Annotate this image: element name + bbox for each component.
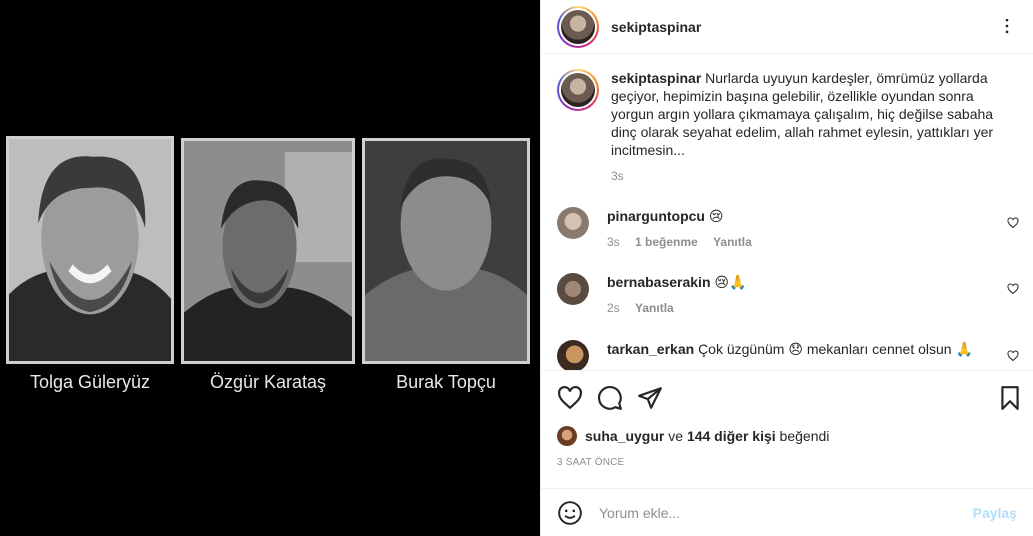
- commenter-avatar[interactable]: [557, 207, 589, 239]
- comment-text: 😢🙏: [714, 274, 747, 290]
- comment-text: 😢: [708, 208, 724, 224]
- post-caption: sekiptaspinar Nurlarda uyuyun kardeşler,…: [557, 69, 1007, 185]
- more-options-icon[interactable]: [997, 16, 1017, 36]
- author-username[interactable]: sekiptaspinar: [611, 19, 701, 35]
- heart-icon[interactable]: [1007, 283, 1019, 295]
- comment-username[interactable]: tarkan_erkan: [607, 341, 694, 357]
- caption-username[interactable]: sekiptaspinar: [611, 70, 701, 86]
- reply-button[interactable]: Yanıtla: [713, 235, 752, 249]
- photo-caption-3: Burak Topçu: [396, 372, 496, 392]
- commenter-avatar[interactable]: [557, 340, 589, 370]
- comment-input[interactable]: [599, 504, 973, 521]
- comment-icon[interactable]: [597, 385, 623, 411]
- comment-text: Çok üzgünüm 😞 mekanları cennet olsun 🙏: [698, 341, 973, 357]
- bookmark-icon[interactable]: [997, 385, 1023, 411]
- post-timestamp[interactable]: 3 SAAT ÖNCE: [557, 457, 624, 468]
- portrait-photo-2: [181, 138, 355, 364]
- comments-section[interactable]: sekiptaspinar Nurlarda uyuyun kardeşler,…: [541, 55, 1033, 370]
- liker-username[interactable]: suha_uygur: [585, 428, 664, 444]
- comment-time[interactable]: 3s: [607, 235, 620, 249]
- likes-others[interactable]: 144 diğer kişi: [687, 428, 776, 444]
- commenter-avatar[interactable]: [557, 273, 589, 305]
- share-icon[interactable]: [637, 385, 663, 411]
- post-sidebar: sekiptaspinar sekiptaspinar Nurlarda uyu…: [540, 0, 1033, 536]
- comment-item: tarkan_erkan Çok üzgünüm 😞 mekanları cen…: [557, 340, 1027, 370]
- like-icon[interactable]: [557, 385, 583, 411]
- portrait-photo-3: [362, 138, 530, 364]
- post-image[interactable]: Tolga Güleryüz Özgür Karataş Burak Topçu: [0, 0, 540, 536]
- photo-caption-1: Tolga Güleryüz: [29, 372, 151, 392]
- comment-username[interactable]: bernabaserakin: [607, 274, 711, 290]
- comment-item: pinarguntopcu 😢 3s 1 beğenme Yanıtla: [557, 207, 1027, 251]
- author-avatar[interactable]: [557, 5, 599, 48]
- post-header: sekiptaspinar: [541, 0, 1033, 54]
- comment-username[interactable]: pinarguntopcu: [607, 208, 705, 224]
- liker-avatar[interactable]: [557, 426, 577, 446]
- comment-time[interactable]: 2s: [607, 301, 620, 315]
- portrait-photo-1: [6, 136, 174, 364]
- emoji-icon[interactable]: [557, 500, 583, 526]
- comment-item: bernabaserakin 😢🙏 2s Yanıtla: [557, 273, 1027, 317]
- action-bar: [541, 370, 1033, 424]
- heart-icon[interactable]: [1007, 217, 1019, 229]
- reply-button[interactable]: Yanıtla: [635, 301, 674, 315]
- likes-connector: ve: [668, 428, 684, 444]
- post-comment-button[interactable]: Paylaş: [973, 505, 1017, 521]
- comment-likes[interactable]: 1 beğenme: [635, 235, 698, 249]
- likes-suffix: beğendi: [779, 428, 830, 444]
- caption-author-avatar[interactable]: [557, 69, 599, 111]
- photo-caption-2: Özgür Karataş: [209, 372, 327, 392]
- post-modal: Tolga Güleryüz Özgür Karataş Burak Topçu…: [0, 0, 1033, 536]
- likes-summary: suha_uygur ve 144 diğer kişi beğendi: [557, 426, 829, 446]
- caption-time[interactable]: 3s: [611, 169, 624, 183]
- heart-icon[interactable]: [1007, 350, 1019, 362]
- add-comment-bar: Paylaş: [541, 488, 1033, 536]
